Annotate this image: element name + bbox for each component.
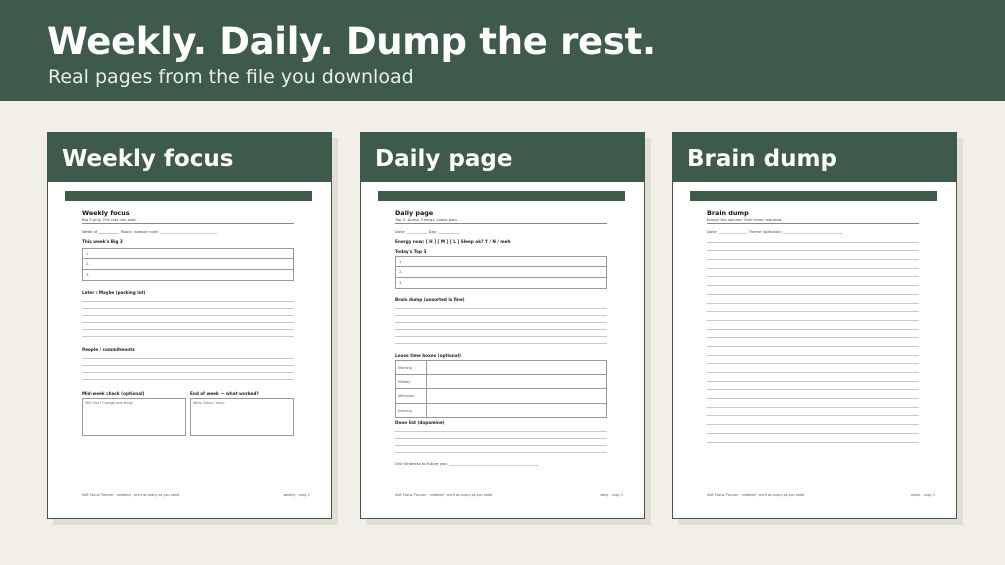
section-label-top3: Today's Top 3 (395, 249, 427, 254)
card-heading: Weekly focus (48, 133, 331, 182)
ruled-line (707, 269, 919, 278)
footer-right: dump · copy 1 (910, 493, 935, 497)
footer-right: daily · copy 1 (600, 493, 623, 497)
energy-row: Energy now: [ H ] [ M ] [ L ] Sleep ok? … (395, 239, 511, 244)
section-label-endweek: End of week — what worked? (190, 391, 259, 396)
ruled-line (707, 243, 919, 252)
big3-list: 1. 2. 3. (82, 248, 294, 281)
page-header-bar (690, 191, 937, 201)
top3-slot: 2. (395, 267, 607, 278)
page-preview: Weekly focus Big 3 only. The rest can wa… (48, 182, 331, 518)
page-header-bar (378, 191, 625, 201)
big3-slot: 1. (82, 248, 294, 259)
week-meta: Week of ___________ Mood / season note: … (82, 229, 218, 234)
page-title: Brain dump (707, 209, 749, 217)
timebox-label: Evening (396, 403, 427, 417)
page-title: Daily page (395, 209, 434, 217)
dump-lines (395, 302, 607, 344)
timebox-label: Afternoon (396, 389, 427, 403)
ruled-line (707, 434, 919, 443)
page-footer: Soft Focus Planner · undated · print as … (82, 493, 310, 497)
ruled-line (707, 234, 919, 243)
ruled-line (707, 251, 919, 261)
ruled-line (707, 295, 919, 304)
card-heading: Brain dump (673, 133, 956, 182)
card-brain-dump: Brain dump Brain dump Empty the spinner.… (672, 132, 957, 519)
top3-slot: 3. (395, 278, 607, 289)
timebox-row: Afternoon (395, 389, 607, 404)
timebox-row: Evening (395, 403, 607, 418)
ruled-line (707, 260, 919, 269)
hero-subtitle: Real pages from the file you download (48, 66, 414, 88)
people-lines (82, 352, 294, 380)
top3-slot: 1. (395, 256, 607, 267)
card-daily-page: Daily page Daily page Top 3. Dump. Energ… (360, 132, 645, 519)
ruled-line (707, 277, 919, 287)
ruled-line (707, 321, 919, 330)
page-title: Weekly focus (82, 209, 130, 217)
endweek-box: Wins / keep / drop: (190, 398, 294, 436)
page-subtitle: Empty the spinner. Sort never required. (707, 217, 783, 222)
ruled-line (707, 390, 919, 400)
section-label-timebox: Loose time boxes (optional) (395, 353, 461, 358)
divider (707, 223, 919, 224)
page-footer: Soft Focus Planner · undated · print as … (395, 493, 623, 497)
ruled-line (707, 304, 919, 313)
ruled-line (707, 382, 919, 391)
done-lines (395, 425, 607, 453)
footer-left: Soft Focus Planner · undated · print as … (707, 493, 805, 497)
ruled-line (707, 356, 919, 365)
ruled-line (707, 399, 919, 408)
page-preview: Daily page Top 3. Dump. Energy. Loose pl… (361, 182, 644, 518)
timebox-label: Midday (396, 374, 427, 388)
page-header-bar (65, 191, 312, 201)
page-subtitle: Big 3 only. The rest can wait. (82, 217, 137, 222)
divider (395, 223, 607, 224)
top3-list: 1. 2. 3. (395, 256, 607, 289)
hero-banner: Weekly. Daily. Dump the rest. Real pages… (0, 0, 1005, 101)
parking-lines (82, 295, 294, 337)
ruled-line (707, 408, 919, 417)
ruled-line (707, 286, 919, 295)
timebox-label: Morning (396, 361, 427, 374)
ruled-line (707, 347, 919, 356)
midweek-box: Still true? Change one thing: (82, 398, 186, 436)
page-preview: Brain dump Empty the spinner. Sort never… (673, 182, 956, 518)
card-heading: Daily page (361, 133, 644, 182)
divider (82, 223, 294, 224)
footer-left: Soft Focus Planner · undated · print as … (82, 493, 180, 497)
page-footer: Soft Focus Planner · undated · print as … (707, 493, 935, 497)
footer-right: weekly · copy 1 (283, 493, 310, 497)
hero-title: Weekly. Daily. Dump the rest. (47, 20, 656, 63)
big3-slot: 2. (82, 259, 294, 270)
ruled-line (707, 416, 919, 426)
timebox-table: Morning Midday Afternoon Evening (395, 360, 607, 418)
section-label-big3: This week's Big 3 (82, 239, 123, 244)
kindness-note: One kindness to future you: ____________… (395, 461, 539, 466)
section-label-midweek: Mid-week check (optional) (82, 391, 145, 396)
ruled-line (707, 312, 919, 321)
midweek-check: Mid-week check (optional) Still true? Ch… (82, 391, 186, 436)
ruled-line (707, 364, 919, 373)
timebox-row: Midday (395, 374, 607, 389)
page-subtitle: Top 3. Dump. Energy. Loose plan. (395, 217, 459, 222)
ruled-line (707, 373, 919, 382)
footer-left: Soft Focus Planner · undated · print as … (395, 493, 493, 497)
ruled-line (707, 338, 919, 347)
card-weekly-focus: Weekly focus Weekly focus Big 3 only. Th… (47, 132, 332, 519)
timebox-row: Morning (395, 360, 607, 375)
ruled-line (707, 425, 919, 434)
dump-lines (707, 234, 919, 443)
ruled-line (707, 330, 919, 339)
endweek-check: End of week — what worked? Wins / keep /… (190, 391, 294, 436)
big3-slot: 3. (82, 270, 294, 281)
date-meta: Date: ___________ Day: ___________ (395, 229, 460, 234)
